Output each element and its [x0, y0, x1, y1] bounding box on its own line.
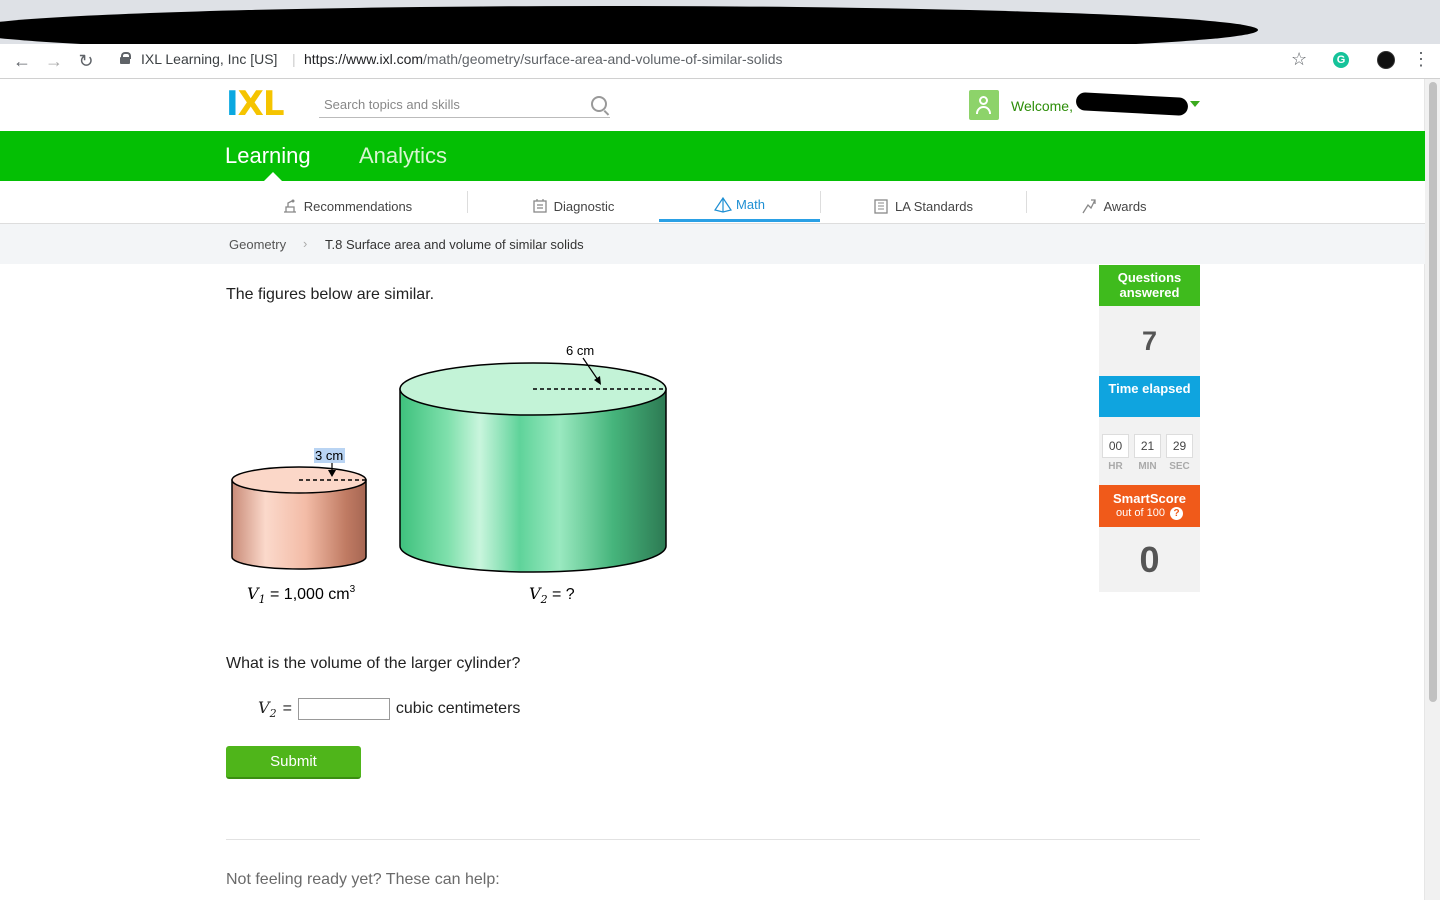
- subnav-divider: [1026, 191, 1027, 213]
- subnav-la-standards[interactable]: LA Standards: [868, 190, 978, 222]
- volume-sub: 2: [540, 593, 548, 606]
- answer-unit: cubic centimeters: [395, 700, 521, 718]
- answer-variable: V2: [258, 698, 277, 720]
- help-icon[interactable]: ?: [1170, 507, 1183, 520]
- answer-row: V2 = cubic centimeters: [258, 698, 520, 720]
- subnav-label: Math: [736, 197, 765, 212]
- questions-answered-header: Questions answered: [1099, 265, 1200, 306]
- timer-minutes-unit: MIN: [1138, 461, 1157, 472]
- volume-value: = 1,000 cm: [266, 586, 350, 603]
- answer-var: V: [258, 698, 270, 717]
- smartscore-subtitle-text: out of 100: [1116, 507, 1165, 519]
- grammarly-extension-icon[interactable]: G: [1333, 52, 1349, 68]
- large-cylinder: [399, 357, 667, 573]
- profile-avatar-icon[interactable]: [1377, 51, 1395, 69]
- volume-sup: 3: [350, 584, 356, 595]
- similar-cylinders-figure: 3 cm 6 cm V1 = 1,000 cm3 V2 = ?: [231, 343, 667, 606]
- answer-sub: 2: [269, 707, 277, 721]
- awards-icon: [1081, 198, 1097, 214]
- submit-button[interactable]: Submit: [226, 746, 361, 779]
- volume-value: = ?: [548, 586, 575, 603]
- small-volume-label: V1 = 1,000 cm3: [247, 584, 356, 606]
- smartscore-title: SmartScore: [1113, 491, 1186, 506]
- large-volume-label: V2 = ?: [529, 584, 575, 606]
- timer-seconds: 29: [1166, 434, 1193, 458]
- subnav-label: LA Standards: [894, 198, 974, 214]
- time-elapsed-header: Time elapsed: [1099, 376, 1200, 417]
- welcome-text[interactable]: Welcome,: [1011, 98, 1073, 114]
- question-text: What is the volume of the larger cylinde…: [226, 655, 521, 672]
- user-avatar-icon[interactable]: [969, 90, 999, 120]
- smartscore-subtitle: out of 100 ?: [1099, 506, 1200, 520]
- questions-answered-count: 7: [1099, 306, 1200, 376]
- scrollbar-thumb[interactable]: [1429, 82, 1437, 702]
- browser-menu-icon[interactable]: ⋮: [1412, 49, 1430, 70]
- help-heading: Not feeling ready yet? These can help:: [226, 871, 500, 888]
- redacted-username: [1075, 92, 1189, 116]
- account-dropdown-caret-icon[interactable]: [1190, 101, 1200, 107]
- smartscore-value: 0: [1099, 527, 1200, 592]
- math-pyramid-icon: [714, 196, 733, 213]
- subnav-awards[interactable]: Awards: [1076, 190, 1152, 222]
- bookmark-star-icon[interactable]: ☆: [1291, 49, 1307, 70]
- large-radius-label: 6 cm: [566, 343, 594, 358]
- standards-clipboard-icon: [873, 198, 889, 214]
- volume-sub: 1: [259, 593, 266, 606]
- small-radius-label: 3 cm: [315, 448, 343, 463]
- timer-minutes: 21: [1134, 434, 1161, 458]
- subnav-divider: [820, 191, 821, 213]
- section-divider: [226, 839, 1200, 840]
- small-cylinder: [231, 448, 367, 570]
- timer-hours: 00: [1102, 434, 1129, 458]
- timer-hours-unit: HR: [1108, 461, 1123, 472]
- smartscore-header: SmartScore out of 100 ?: [1099, 485, 1200, 527]
- answer-input[interactable]: [297, 698, 390, 721]
- subnav-label: Awards: [1103, 198, 1147, 214]
- timer-seconds-unit: SEC: [1169, 461, 1190, 472]
- answer-equals: =: [282, 700, 292, 718]
